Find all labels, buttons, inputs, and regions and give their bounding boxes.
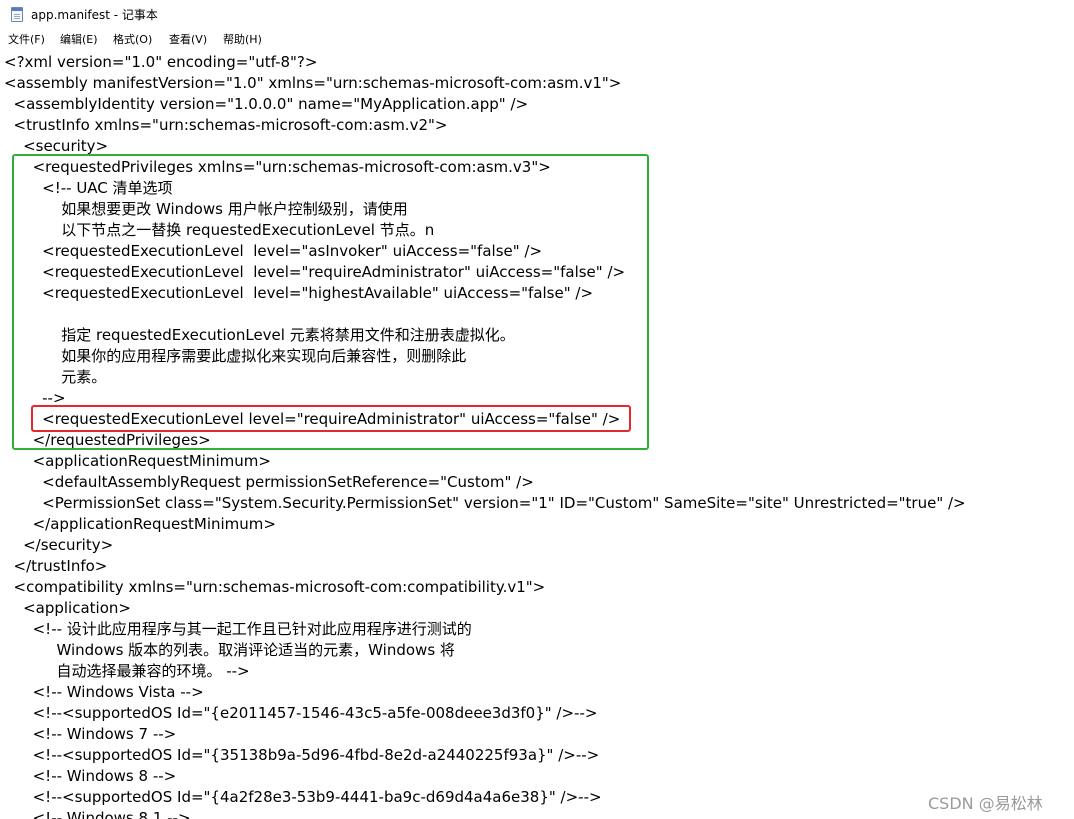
editor-line: <!-- Windows Vista --> — [4, 683, 204, 701]
editor-line: 自动选择最兼容的环境。 --> — [4, 662, 250, 680]
menu-help[interactable]: 帮助(H) — [223, 32, 262, 48]
editor-line: <!-- Windows 8 --> — [4, 767, 177, 785]
menu-file[interactable]: 文件(F) — [8, 32, 45, 48]
editor-line: <defaultAssemblyRequest permissionSetRef… — [4, 473, 534, 491]
editor-line: <?xml version="1.0" encoding="utf-8"?> — [4, 53, 318, 71]
editor-line: <assemblyIdentity version="1.0.0.0" name… — [4, 95, 529, 113]
watermark: CSDN @易松林 — [928, 794, 1043, 813]
notepad-icon — [11, 7, 23, 22]
editor-line: <application> — [4, 599, 131, 617]
editor-line: <!-- Windows 7 --> — [4, 725, 177, 743]
menu-format[interactable]: 格式(O) — [113, 32, 152, 48]
editor-line: <!-- Windows 8.1 --> — [4, 809, 191, 819]
editor-line: </security> — [4, 536, 114, 554]
editor-line: <compatibility xmlns="urn:schemas-micros… — [4, 578, 546, 596]
editor-line: Windows 版本的列表。取消评论适当的元素，Windows 将 — [4, 641, 455, 659]
menu-view[interactable]: 查看(V) — [169, 32, 207, 48]
editor-line: <!--<supportedOS Id="{e2011457-1546-43c5… — [4, 704, 598, 722]
editor-line: <PermissionSet class="System.Security.Pe… — [4, 494, 966, 512]
require-administrator-highlight — [31, 405, 631, 432]
editor-line: <trustInfo xmlns="urn:schemas-microsoft-… — [4, 116, 448, 134]
editor-line: </applicationRequestMinimum> — [4, 515, 276, 533]
editor-line: </trustInfo> — [4, 557, 108, 575]
editor-line: <!--<supportedOS Id="{35138b9a-5d96-4fbd… — [4, 746, 600, 764]
title-bar: app.manifest - 记事本 — [0, 0, 1074, 30]
menu-edit[interactable]: 编辑(E) — [60, 32, 98, 48]
editor-line: <applicationRequestMinimum> — [4, 452, 271, 470]
editor-line: <!-- 设计此应用程序与其一起工作且已针对此应用程序进行测试的 — [4, 620, 472, 638]
menu-bar: 文件(F) 编辑(E) 格式(O) 查看(V) 帮助(H) — [0, 30, 1074, 51]
editor-line: <!--<supportedOS Id="{4a2f28e3-53b9-4441… — [4, 788, 602, 806]
window-title: app.manifest - 记事本 — [31, 8, 158, 22]
editor-line: <assembly manifestVersion="1.0" xmlns="u… — [4, 74, 622, 92]
